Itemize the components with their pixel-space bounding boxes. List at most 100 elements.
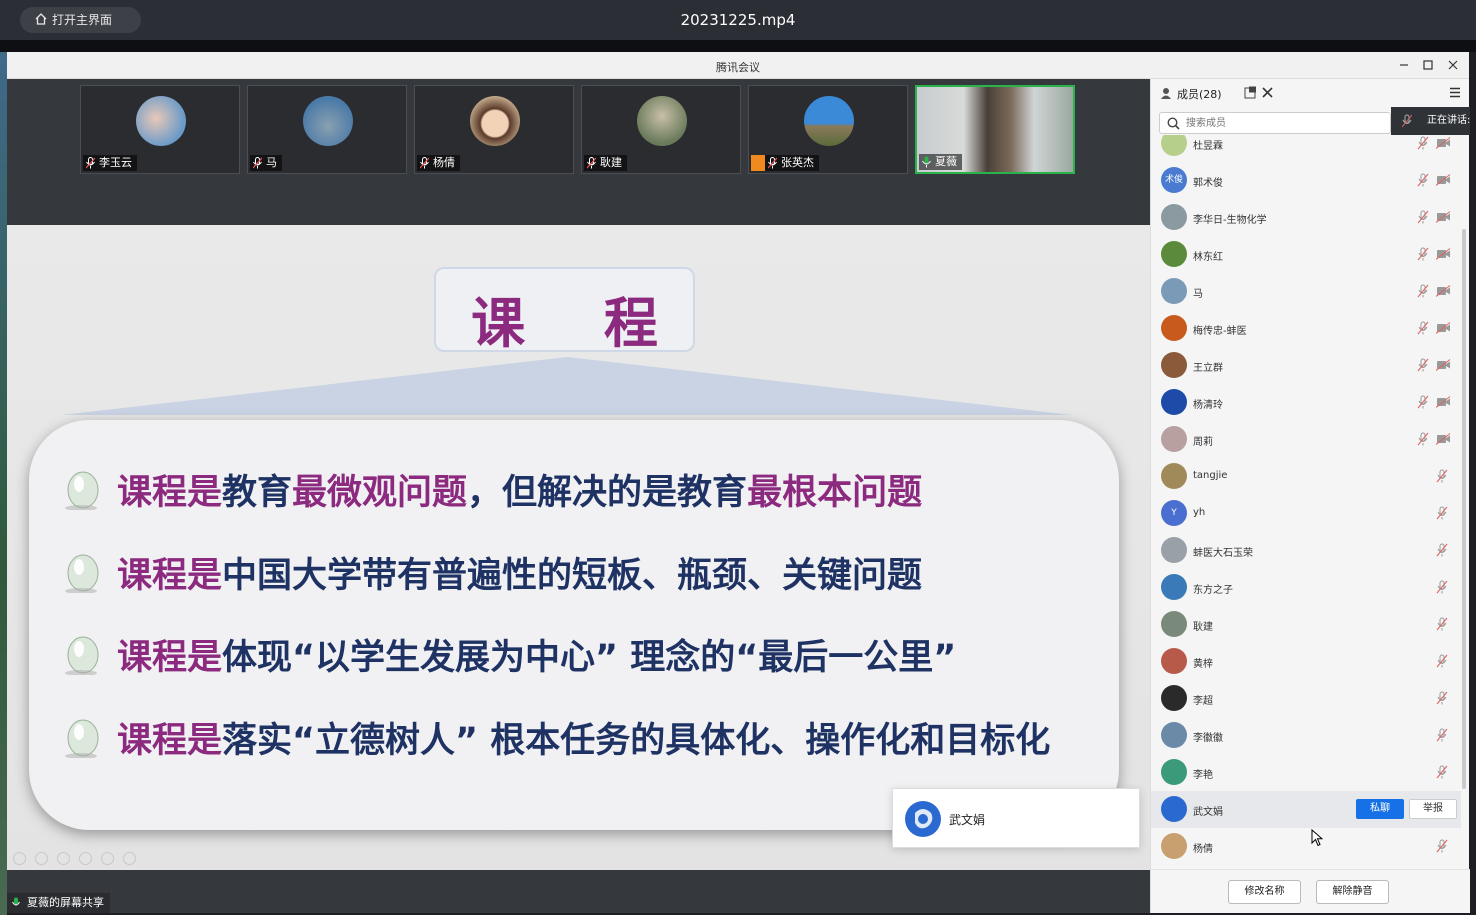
- slide-title-box: 课 程: [434, 267, 695, 355]
- prev-slide-icon[interactable]: [13, 852, 26, 865]
- slide-highlight-text: 课程是: [117, 721, 223, 761]
- mic-muted-icon[interactable]: [1417, 247, 1429, 261]
- avatar: [1161, 537, 1187, 563]
- mic-muted-icon[interactable]: [1436, 728, 1448, 742]
- slides-icon[interactable]: [79, 852, 92, 865]
- member-list-scrollbar[interactable]: [1462, 229, 1466, 789]
- screen-share-label: 夏薇的屏幕共享: [27, 896, 104, 909]
- member-row[interactable]: 林东红: [1151, 236, 1461, 273]
- mic-muted-icon[interactable]: [1417, 395, 1429, 409]
- video-tile[interactable]: 张英杰: [748, 85, 908, 174]
- minimize-button[interactable]: [1397, 58, 1411, 72]
- report-button[interactable]: 举报: [1409, 799, 1457, 819]
- mic-icon: [1402, 114, 1412, 128]
- member-row[interactable]: 东方之子: [1151, 569, 1461, 606]
- mic-muted-icon[interactable]: [1436, 765, 1448, 779]
- member-row[interactable]: 李超: [1151, 680, 1461, 717]
- video-tile-active-speaker[interactable]: 夏薇: [915, 85, 1075, 174]
- avatar: [1161, 759, 1187, 785]
- mic-muted-icon[interactable]: [1436, 469, 1448, 483]
- member-name: 黄梓: [1193, 659, 1213, 670]
- mic-muted-icon[interactable]: [1417, 284, 1429, 298]
- unmute-button[interactable]: 解除静音: [1316, 880, 1389, 904]
- video-tile[interactable]: 杨倩: [414, 85, 574, 174]
- camera-off-icon[interactable]: [1436, 396, 1451, 408]
- mic-muted-icon[interactable]: [1436, 617, 1448, 631]
- more-icon[interactable]: [123, 852, 136, 865]
- camera-off-icon[interactable]: [1436, 137, 1451, 149]
- avatar: [1161, 241, 1187, 267]
- member-row[interactable]: 耿建: [1151, 606, 1461, 643]
- camera-off-icon[interactable]: [1436, 359, 1451, 371]
- member-name: 林东红: [1193, 252, 1223, 263]
- close-panel-icon[interactable]: [1262, 87, 1273, 98]
- mic-muted-icon[interactable]: [1436, 543, 1448, 557]
- camera-off-icon[interactable]: [1436, 285, 1451, 297]
- maximize-icon: [1423, 60, 1433, 70]
- camera-off-icon[interactable]: [1436, 174, 1451, 186]
- tile-name: 张英杰: [781, 156, 814, 169]
- avatar: [1161, 135, 1187, 156]
- maximize-button[interactable]: [1421, 58, 1435, 72]
- mic-muted-icon[interactable]: [1436, 580, 1448, 594]
- avatar: [1161, 648, 1187, 674]
- member-row[interactable]: 杨倩: [1151, 828, 1461, 865]
- next-slide-icon[interactable]: [35, 852, 48, 865]
- mic-muted-icon[interactable]: [1436, 839, 1448, 853]
- member-row[interactable]: 周莉: [1151, 421, 1461, 458]
- member-row[interactable]: 蚌医大石玉荣: [1151, 532, 1461, 569]
- member-row[interactable]: 马: [1151, 273, 1461, 310]
- camera-off-icon[interactable]: [1436, 248, 1451, 260]
- member-search-input[interactable]: [1186, 115, 1386, 131]
- camera-off-icon[interactable]: [1436, 433, 1451, 445]
- player-top-bar: 打开主界面 20231225.mp4: [0, 0, 1476, 40]
- mic-muted-icon[interactable]: [1436, 691, 1448, 705]
- mic-muted-icon[interactable]: [1436, 654, 1448, 668]
- mic-muted-icon[interactable]: [1417, 136, 1429, 150]
- menu-icon[interactable]: [1449, 87, 1461, 98]
- member-row[interactable]: 黄梓: [1151, 643, 1461, 680]
- member-row[interactable]: 李华日-生物化学: [1151, 199, 1461, 236]
- mic-muted-icon[interactable]: [1417, 321, 1429, 335]
- popout-icon[interactable]: [1244, 86, 1257, 99]
- slide-text: 教育: [222, 473, 293, 513]
- mic-muted-icon[interactable]: [1417, 210, 1429, 224]
- avatar: [1161, 426, 1187, 452]
- member-row[interactable]: 术俊 郭术俊: [1151, 162, 1461, 199]
- member-name: 周莉: [1193, 437, 1213, 448]
- slide-title: 课 程: [471, 291, 688, 355]
- member-row[interactable]: 杜昱霖: [1151, 135, 1461, 162]
- tile-name-label: 马: [250, 155, 282, 171]
- mic-muted-icon[interactable]: [1417, 358, 1429, 372]
- hover-card-name: 武文娟: [949, 813, 986, 827]
- camera-off-icon[interactable]: [1436, 322, 1451, 334]
- zoom-icon[interactable]: [101, 852, 114, 865]
- member-row[interactable]: tangjie: [1151, 458, 1461, 495]
- member-name: 东方之子: [1193, 585, 1233, 596]
- mic-muted-icon[interactable]: [1436, 506, 1448, 520]
- pen-icon[interactable]: [57, 852, 70, 865]
- member-row[interactable]: Yyh: [1151, 495, 1461, 532]
- private-chat-button[interactable]: 私聊: [1356, 799, 1404, 819]
- member-row[interactable]: 李艳: [1151, 754, 1461, 791]
- avatar: [1161, 204, 1187, 230]
- video-tile[interactable]: 李玉云: [80, 85, 240, 174]
- mic-muted-icon[interactable]: [1417, 432, 1429, 446]
- member-row[interactable]: 杨清玲: [1151, 384, 1461, 421]
- video-tile[interactable]: 耿建: [581, 85, 741, 174]
- member-row[interactable]: 王立群: [1151, 347, 1461, 384]
- member-search-box[interactable]: [1159, 112, 1391, 134]
- mic-muted-icon[interactable]: [1417, 173, 1429, 187]
- rename-button[interactable]: 修改名称: [1228, 880, 1301, 904]
- slide-line: 课程是体现“以学生发展为中心” 理念的“最后一公里”: [117, 629, 956, 680]
- slide-highlight-text: 课程是: [117, 638, 223, 678]
- avatar: Y: [1161, 500, 1187, 526]
- camera-off-icon[interactable]: [1436, 211, 1451, 223]
- video-tile[interactable]: 马: [247, 85, 407, 174]
- member-name: 梅传忠-蚌医: [1193, 326, 1247, 337]
- close-window-button[interactable]: [1446, 58, 1460, 72]
- member-row[interactable]: 梅传忠-蚌医: [1151, 310, 1461, 347]
- member-row[interactable]: 武文娟 私聊 举报: [1151, 791, 1461, 828]
- tile-name: 马: [266, 156, 277, 169]
- member-row[interactable]: 李徽徽: [1151, 717, 1461, 754]
